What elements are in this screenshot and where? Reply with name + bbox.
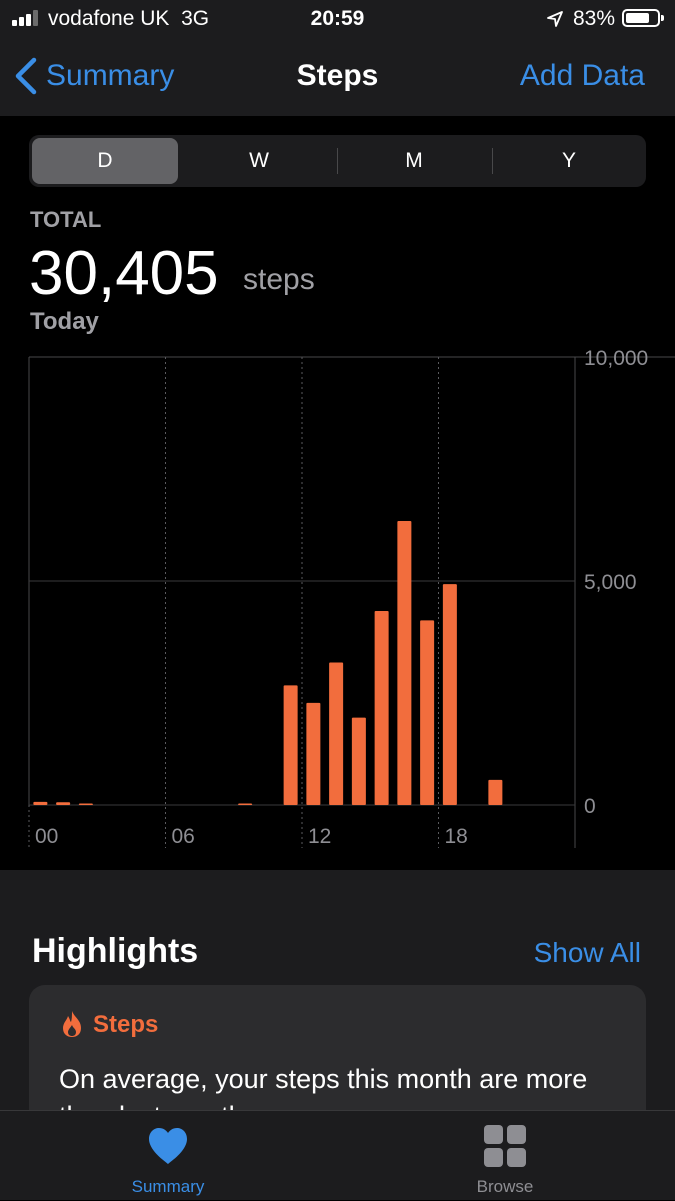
segment-day[interactable]: D <box>32 138 178 184</box>
tab-browse[interactable]: Browse <box>405 1111 605 1201</box>
chart-x-tick-label: 12 <box>308 825 331 848</box>
chart-bar <box>283 685 298 805</box>
steps-bar-chart[interactable]: 10,0005,000000 06 12 18 <box>0 340 675 870</box>
chart-bar <box>78 803 93 805</box>
segment-month[interactable]: M <box>341 138 487 184</box>
chart-bar <box>351 717 366 805</box>
chart-bar <box>56 802 71 805</box>
show-all-link[interactable]: Show All <box>534 937 641 969</box>
chart-bar <box>420 620 435 805</box>
total-steps-value: 30,405 <box>29 239 219 308</box>
chart-bar <box>329 662 344 805</box>
segment-week[interactable]: W <box>186 138 332 184</box>
tab-bar: Summary Browse <box>0 1110 675 1200</box>
segment-divider <box>337 148 338 174</box>
chart-bar <box>488 779 503 805</box>
battery-percent: 83% <box>573 7 616 30</box>
chart-x-tick-label: 06 <box>172 825 195 848</box>
add-data-button[interactable]: Add Data <box>520 59 645 93</box>
total-steps-unit: steps <box>243 263 315 296</box>
segment-year[interactable]: Y <box>496 138 642 184</box>
status-bar: vodafone UK 3G 20:59 83% <box>0 0 675 38</box>
chart-bar <box>374 611 389 805</box>
chart-bar <box>33 801 48 805</box>
battery-icon <box>622 9 664 27</box>
chart-y-tick-label: 0 <box>584 795 596 818</box>
tab-summary-label: Summary <box>131 1177 205 1196</box>
heart-icon <box>149 1128 187 1164</box>
chart-x-tick-label: 18 <box>445 825 468 848</box>
segment-divider <box>492 148 493 174</box>
chart-y-tick-label: 10,000 <box>584 347 648 370</box>
flame-icon <box>63 1011 81 1037</box>
highlights-title: Highlights <box>32 932 199 970</box>
tab-summary[interactable]: Summary <box>68 1111 268 1201</box>
chart-bar <box>442 584 457 805</box>
period-segmented-control: D W M Y <box>29 135 646 187</box>
period-label: Today <box>30 308 99 335</box>
chart-bar <box>238 803 253 805</box>
total-label: TOTAL <box>30 207 102 232</box>
chart-bar <box>397 520 412 805</box>
location-arrow-icon <box>547 11 563 27</box>
chart-y-tick-label: 5,000 <box>584 571 637 594</box>
grid-icon <box>484 1125 526 1167</box>
tab-browse-label: Browse <box>476 1177 534 1196</box>
navigation-bar: Summary Steps Add Data <box>0 38 675 116</box>
chart-bar <box>306 702 321 805</box>
chart-x-tick-label: 00 <box>35 825 58 848</box>
highlight-card-title: Steps <box>93 1011 159 1038</box>
